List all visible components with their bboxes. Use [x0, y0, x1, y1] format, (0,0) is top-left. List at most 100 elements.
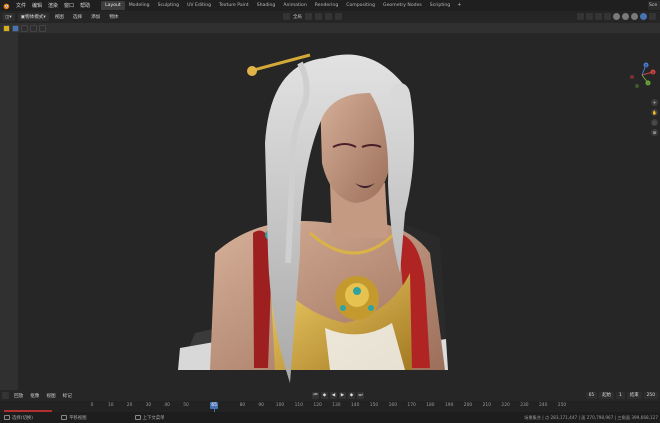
viewport-header: ◫▾ ▣ 物体模式 ▾ 视图 选择 添加 物体 全局 — [0, 11, 660, 23]
tab-modeling[interactable]: Modeling — [125, 1, 154, 10]
tab-geometry-nodes[interactable]: Geometry Nodes — [379, 1, 426, 10]
orientation-label[interactable]: 全局 — [293, 14, 302, 20]
status-pan: 平移视图 — [61, 415, 87, 421]
blender-logo-icon[interactable] — [2, 2, 10, 10]
start-frame-field[interactable]: 1 — [616, 392, 625, 399]
frame-range-fields: 65 起始 1 结束 250 — [585, 392, 658, 399]
tab-layout[interactable]: Layout — [101, 1, 125, 10]
timeline-tick: 240 — [538, 403, 548, 408]
perspective-toggle-icon[interactable]: ⊞ — [651, 129, 658, 136]
menu-render[interactable]: 渲染 — [45, 2, 61, 9]
gizmo-toggle-icon[interactable] — [586, 13, 593, 20]
mode-dropdown[interactable]: ▣ 物体模式 ▾ — [17, 13, 49, 21]
tab-animation[interactable]: Animation — [279, 1, 310, 10]
select-subtract-icon[interactable] — [30, 24, 37, 32]
timeline-tick: 110 — [294, 403, 303, 408]
status-select: 选择(切换) — [4, 415, 33, 421]
select-box-icon[interactable] — [12, 24, 19, 32]
tab-uv-editing[interactable]: UV Editing — [183, 1, 215, 10]
timeline-tick: 220 — [501, 403, 510, 408]
select-tool-icon[interactable] — [3, 24, 10, 32]
rendered-shading-icon[interactable] — [640, 13, 647, 20]
navigation-buttons: + ✋ 🎥 ⊞ — [651, 99, 658, 136]
select-extend-icon[interactable] — [21, 24, 28, 32]
mouse-right-icon — [134, 415, 141, 420]
menu-select[interactable]: 选择 — [70, 14, 85, 20]
snap-target-icon[interactable] — [324, 13, 332, 20]
pan-hand-icon[interactable]: ✋ — [651, 109, 658, 116]
add-workspace-button[interactable]: + — [454, 1, 464, 10]
navigation-gizmo[interactable]: X Y Z — [628, 61, 656, 89]
zoom-icon[interactable]: + — [651, 99, 658, 106]
jump-start-icon[interactable]: ⏮ — [312, 392, 319, 399]
viewport-editor-icon: ◫▾ — [5, 14, 12, 20]
menu-window[interactable]: 窗口 — [61, 2, 77, 9]
menu-object[interactable]: 物体 — [106, 14, 121, 20]
select-invert-icon[interactable] — [39, 24, 46, 32]
playhead-frame-indicator[interactable]: 65 — [210, 402, 219, 409]
menu-add[interactable]: 添加 — [88, 14, 103, 20]
timeline-tick: 120 — [313, 403, 322, 408]
tool-settings-row — [0, 23, 60, 33]
end-frame-field[interactable]: 250 — [643, 392, 658, 399]
solid-shading-icon[interactable] — [622, 13, 629, 20]
editor-type-dropdown[interactable]: ◫▾ — [2, 13, 15, 21]
character-render-image — [178, 53, 448, 384]
menu-view[interactable]: 视图 — [52, 14, 67, 20]
timeline-tick: 100 — [275, 403, 285, 408]
mouse-left-icon — [4, 415, 10, 420]
menu-file[interactable]: 文件 — [13, 2, 29, 9]
scene-statistics: 场景集合 | 点 283,171,447 | 面 270,798,967 | 三… — [524, 415, 658, 420]
menu-edit[interactable]: 编辑 — [29, 2, 45, 9]
tab-shading[interactable]: Shading — [253, 1, 280, 10]
menu-playback[interactable]: 回放 — [12, 393, 25, 399]
timeline-tick: 80 — [239, 403, 246, 408]
3d-viewport[interactable]: X Y Z + ✋ 🎥 ⊞ — [0, 23, 660, 390]
overlay-toggle-icon[interactable] — [595, 13, 602, 20]
wireframe-shading-icon[interactable] — [613, 13, 620, 20]
timeline-tick: 140 — [350, 403, 360, 408]
pivot-icon[interactable] — [304, 13, 312, 20]
jump-end-icon[interactable]: ⏭ — [357, 392, 364, 399]
viewport-shading-controls — [577, 13, 656, 20]
menu-timeline-view[interactable]: 视图 — [44, 393, 57, 399]
timeline-tick: 250 — [557, 403, 567, 408]
snap-icon[interactable] — [314, 13, 322, 20]
playback-controls: ⏮ ◆ ◀ ▶ ◆ ⏭ — [312, 392, 364, 399]
timeline-tick: 170 — [407, 403, 416, 408]
camera-view-icon[interactable]: 🎥 — [651, 119, 658, 126]
xray-toggle-icon[interactable] — [604, 13, 611, 20]
workspace-tabs: Layout Modeling Sculpting UV Editing Tex… — [101, 1, 464, 10]
next-keyframe-icon[interactable]: ◆ — [348, 392, 355, 399]
timeline-editor-icon[interactable] — [2, 392, 9, 399]
tab-compositing[interactable]: Compositing — [342, 1, 379, 10]
timeline-tick: 190 — [444, 403, 454, 408]
scene-selector[interactable]: Sce — [648, 1, 660, 10]
status-bar: 选择(切换) 平移视图 上下文菜单 场景集合 | 点 283,171,447 |… — [0, 412, 660, 423]
play-icon[interactable]: ▶ — [339, 392, 346, 399]
orientation-icon[interactable] — [283, 13, 290, 20]
status-pan-label: 平移视图 — [69, 415, 87, 421]
current-frame-field[interactable]: 65 — [585, 392, 598, 399]
menu-keying[interactable]: 抠像 — [28, 393, 41, 399]
timeline-tick: 0 — [90, 403, 94, 408]
visibility-icon[interactable] — [577, 13, 584, 20]
material-shading-icon[interactable] — [631, 13, 638, 20]
mode-label: 物体模式 — [25, 15, 44, 20]
menu-marker[interactable]: 标记 — [61, 393, 74, 399]
x-axis-label: X — [652, 71, 654, 75]
tab-scripting[interactable]: Scripting — [426, 1, 454, 10]
play-reverse-icon[interactable]: ◀ — [330, 392, 337, 399]
prev-keyframe-icon[interactable]: ◆ — [321, 392, 328, 399]
status-select-label: 选择(切换) — [12, 415, 33, 421]
timeline-tick: 130 — [332, 403, 341, 408]
proportional-edit-icon[interactable] — [334, 13, 342, 20]
menu-help[interactable]: 帮助 — [77, 2, 93, 9]
timeline-ruler[interactable]: 0 10 20 30 40 50 80 90 100 110 120 130 140 150 160 170 1… — [0, 401, 660, 413]
chevron-down-icon: ▾ — [43, 14, 46, 20]
tab-rendering[interactable]: Rendering — [311, 1, 342, 10]
tab-texture-paint[interactable]: Texture Paint — [215, 1, 253, 10]
tab-sculpting[interactable]: Sculpting — [154, 1, 183, 10]
shading-options-icon[interactable] — [649, 13, 656, 20]
status-context-label: 上下文菜单 — [142, 415, 165, 421]
